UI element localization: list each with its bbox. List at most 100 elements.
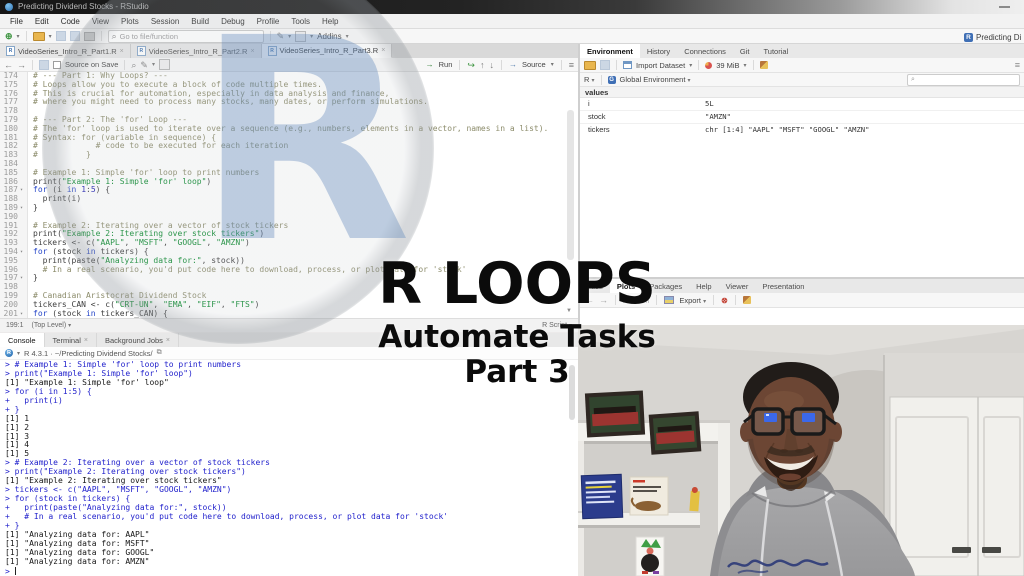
new-file-chevron[interactable]: ▾	[17, 33, 20, 40]
tab-packages[interactable]: Packages	[642, 279, 689, 293]
close-tab-icon[interactable]: ×	[381, 47, 385, 54]
menu-item-build[interactable]: Build	[185, 14, 215, 29]
source-tab-3[interactable]: RVideoSeries_Intro_R_Part3.R×	[262, 44, 393, 58]
compile-report-icon[interactable]	[159, 59, 170, 70]
close-tab-icon[interactable]: ×	[166, 337, 170, 344]
console-output[interactable]: > # Example 1: Simple 'for' loop to prin…	[0, 360, 566, 576]
environment-row[interactable]: i5L	[580, 98, 1024, 111]
memory-usage-button[interactable]: 39 MiB	[716, 61, 739, 70]
fold-marker[interactable]: ▾	[20, 186, 28, 195]
import-dataset-button[interactable]: Import Dataset	[636, 61, 685, 70]
code-tools-chevron[interactable]: ▾	[152, 61, 155, 68]
memory-chevron[interactable]: ▾	[744, 62, 747, 69]
close-tab-icon[interactable]: ×	[84, 337, 88, 344]
plot-back-icon[interactable]: ←	[585, 295, 594, 305]
minimize-button[interactable]	[999, 6, 1010, 8]
save-workspace-icon[interactable]	[600, 60, 610, 70]
forward-icon[interactable]: →	[17, 60, 26, 70]
source-up-icon[interactable]: ↑	[480, 60, 485, 70]
console-scrollbar[interactable]	[569, 365, 575, 420]
panes-chevron[interactable]: ▾	[310, 33, 313, 40]
tab-presentation[interactable]: Presentation	[755, 279, 811, 293]
editor-scroll-down-icon[interactable]: ▼	[566, 308, 572, 314]
remove-plot-icon[interactable]: ⊗	[721, 296, 728, 305]
rerun-icon[interactable]: ↪	[467, 60, 475, 70]
environment-selector[interactable]: Global Environment ▾	[620, 75, 691, 84]
tab-help[interactable]: Help	[689, 279, 718, 293]
clear-environment-icon[interactable]	[760, 61, 768, 69]
fold-marker[interactable]: ▾	[20, 274, 28, 283]
import-chevron[interactable]: ▾	[689, 62, 692, 69]
fold-marker[interactable]: ▾	[20, 248, 28, 257]
console-prompt[interactable]: >	[5, 567, 566, 576]
goto-file-input[interactable]: ⌕ Go to file/function	[108, 30, 264, 43]
source-button[interactable]: Source	[522, 60, 546, 69]
menu-item-file[interactable]: File	[4, 14, 29, 29]
source-tab-label: VideoSeries_Intro_R_Part1.R	[18, 47, 117, 56]
tab-tutorial[interactable]: Tutorial	[756, 44, 795, 58]
code-editor[interactable]: 174# --- Part 1: Why Loops? ---175# Loop…	[0, 72, 578, 318]
source-on-save-checkbox[interactable]	[53, 61, 61, 69]
load-workspace-icon[interactable]	[584, 61, 596, 70]
plot-forward-icon[interactable]: →	[599, 295, 608, 305]
menu-item-view[interactable]: View	[86, 14, 115, 29]
close-tab-icon[interactable]: ×	[250, 48, 254, 55]
save-doc-icon[interactable]	[39, 60, 49, 70]
tab-history[interactable]: History	[640, 44, 677, 58]
source-tab-2[interactable]: RVideoSeries_Intro_R_Part2.R×	[131, 44, 262, 58]
console-tab-terminal[interactable]: Terminal×	[45, 333, 97, 347]
tools-icon[interactable]: ✎	[277, 31, 285, 41]
menu-item-profile[interactable]: Profile	[251, 14, 286, 29]
clear-plots-icon[interactable]	[743, 296, 751, 304]
tab-git[interactable]: Git	[733, 44, 757, 58]
document-outline-icon[interactable]: ≡	[569, 60, 574, 70]
open-chevron[interactable]: ▾	[49, 33, 52, 40]
zoom-plot-button[interactable]: ⌕ Zoom	[623, 295, 649, 305]
tab-plots[interactable]: Plots	[610, 279, 642, 293]
menu-item-session[interactable]: Session	[145, 14, 185, 29]
save-icon[interactable]	[56, 31, 66, 41]
tab-connections[interactable]: Connections	[677, 44, 733, 58]
menu-item-edit[interactable]: Edit	[29, 14, 55, 29]
source-tab-1[interactable]: RVideoSeries_Intro_R_Part1.R×	[0, 44, 131, 58]
export-plot-button[interactable]: Export ▾	[679, 296, 706, 305]
code-tools-icon[interactable]: ✎	[140, 60, 148, 70]
find-icon[interactable]: ⌕	[131, 60, 136, 70]
code-token: tickers_CAN <- c(	[33, 300, 115, 309]
fold-marker[interactable]: ▾	[20, 310, 28, 318]
menu-item-tools[interactable]: Tools	[285, 14, 316, 29]
print-icon[interactable]	[84, 32, 95, 41]
tab-viewer[interactable]: Viewer	[719, 279, 756, 293]
addins-button[interactable]: Addins	[317, 32, 341, 41]
fold-marker[interactable]: ▾	[20, 204, 28, 213]
environment-row[interactable]: stock"AMZN"	[580, 111, 1024, 124]
back-icon[interactable]: ←	[4, 60, 13, 70]
save-all-icon[interactable]	[70, 31, 80, 41]
language-selector[interactable]: R ▾	[584, 75, 595, 84]
panes-layout-icon[interactable]	[295, 31, 306, 42]
menu-item-help[interactable]: Help	[316, 14, 344, 29]
addins-chevron[interactable]: ▾	[346, 33, 349, 40]
open-wd-icon[interactable]: ⧉	[157, 348, 162, 358]
list-view-icon[interactable]: ≡	[1015, 60, 1020, 70]
tab-files[interactable]: Files	[580, 279, 610, 293]
project-selector[interactable]: R Predicting Di	[964, 31, 1024, 43]
source-down-icon[interactable]: ↓	[489, 60, 494, 70]
menu-item-plots[interactable]: Plots	[115, 14, 145, 29]
environment-search-input[interactable]: ⌕	[907, 74, 1020, 86]
close-tab-icon[interactable]: ×	[120, 48, 124, 55]
menu-item-debug[interactable]: Debug	[215, 14, 251, 29]
tools-chevron[interactable]: ▾	[288, 33, 291, 40]
console-chevron[interactable]: ▾	[17, 350, 20, 357]
menu-item-code[interactable]: Code	[55, 14, 86, 29]
editor-scrollbar[interactable]	[567, 110, 574, 260]
filetype-selector[interactable]: R Script ▾	[542, 322, 572, 329]
scope-selector[interactable]: (Top Level) ▾	[32, 322, 72, 329]
console-tab-console[interactable]: Console	[0, 333, 45, 347]
tab-environment[interactable]: Environment	[580, 44, 640, 58]
open-file-icon[interactable]	[33, 32, 45, 41]
console-tab-background-jobs[interactable]: Background Jobs×	[97, 333, 179, 347]
new-file-icon[interactable]: ⊕	[5, 31, 13, 41]
run-button[interactable]: Run	[439, 60, 453, 69]
source-chevron[interactable]: ▾	[551, 61, 554, 68]
